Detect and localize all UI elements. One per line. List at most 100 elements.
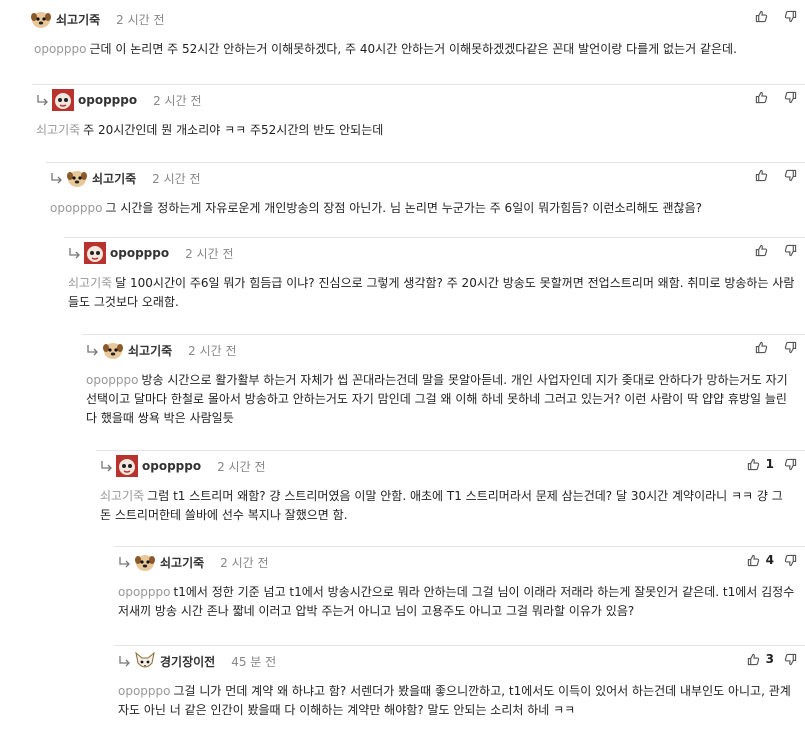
comment-text: t1에서 정한 기준 넘고 t1에서 방송시간으로 뭐라 안하는데 그걸 님이 … xyxy=(118,585,795,618)
dislike-button[interactable] xyxy=(784,91,797,104)
comment-header: opopppo 2 시간 전 xyxy=(68,238,805,266)
fox-avatar-icon[interactable] xyxy=(134,650,156,672)
comment-header: opopppo 2 시간 전 1 xyxy=(100,451,805,479)
thumbs-down-icon xyxy=(784,91,797,104)
like-button[interactable] xyxy=(747,653,760,666)
comment-time: 2 시간 전 xyxy=(185,246,234,261)
like-button[interactable] xyxy=(755,244,768,257)
dislike-button[interactable] xyxy=(784,554,797,567)
comment-time: 2 시간 전 xyxy=(220,555,269,570)
thumbs-down-icon xyxy=(784,653,797,666)
mention-name[interactable]: 쇠고기죽 xyxy=(36,123,80,137)
thumbs-up-icon xyxy=(755,169,768,182)
comment-body: opopppo 그걸 니가 먼데 계약 왜 하냐고 함? 서렌더가 봤을때 좋으니… xyxy=(118,674,805,720)
comment-item: opopppo 2 시간 전쇠고기죽 주 20시간인데 뭔 개소리야 ㅋㅋ 주52시… xyxy=(32,84,805,156)
vote-controls: 1 xyxy=(747,457,797,471)
dislike-button[interactable] xyxy=(784,653,797,666)
thumbs-up-icon xyxy=(755,91,768,104)
like-button[interactable] xyxy=(747,458,760,471)
comment-header: 쇠고기죽 2 시간 전 xyxy=(50,163,805,191)
comment-header: 쇠고기죽 2 시간 전 4 xyxy=(118,547,805,575)
thumbs-down-icon xyxy=(784,10,797,23)
thumbs-down-icon xyxy=(784,458,797,471)
comment-text: 달 100시간이 주6일 뭐가 힘듬급 이냐? 진심으로 그렇게 생각함? 주 … xyxy=(68,276,795,309)
thumbs-down-icon xyxy=(784,169,797,182)
dog-avatar-icon[interactable] xyxy=(102,339,124,361)
author-name[interactable]: 경기장이전 xyxy=(160,653,215,670)
comment-header: opopppo 2 시간 전 xyxy=(36,85,805,113)
dislike-button[interactable] xyxy=(784,10,797,23)
comment-header: 쇠고기죽 2 시간 전 xyxy=(86,335,805,363)
author-name[interactable]: 쇠고기죽 xyxy=(128,342,172,359)
comment-item: 쇠고기죽 2 시간 전 opopppo 근데 이 논리면 주 52시간 안하는거 이해… xyxy=(0,4,805,72)
thumbs-up-icon xyxy=(747,554,760,567)
comment-header: 경기장이전 45 분 전 3 xyxy=(118,646,805,674)
dislike-button[interactable] xyxy=(784,458,797,471)
vote-controls xyxy=(755,91,797,104)
vote-controls xyxy=(755,244,797,257)
dog-avatar-icon[interactable] xyxy=(66,167,88,189)
comment-body: 쇠고기죽 그럼 t1 스트리머 왜함? 걍 스트리머였음 이말 안함. 애초에 T… xyxy=(100,479,805,525)
like-button[interactable] xyxy=(755,341,768,354)
comment-body: 쇠고기죽 달 100시간이 주6일 뭐가 힘듬급 이냐? 진심으로 그렇게 생각함… xyxy=(68,266,805,312)
thumbs-down-icon xyxy=(784,341,797,354)
vote-controls: 4 xyxy=(747,553,797,567)
comment-time: 2 시간 전 xyxy=(153,93,202,108)
author-name[interactable]: 쇠고기죽 xyxy=(160,554,204,571)
comment-item: 쇠고기죽 2 시간 전 opopppo 방송 시간으로 활가활부 하는거 자체가 씹 … xyxy=(82,334,805,446)
comment-body: opopppo 방송 시간으로 활가활부 하는거 자체가 씹 꼰대라는건데 말을 … xyxy=(86,363,805,428)
comment-item: opopppo 2 시간 전쇠고기죽 달 100시간이 주6일 뭐가 힘듬급 이냐?… xyxy=(64,237,805,329)
like-count: 4 xyxy=(765,553,774,567)
face-avatar-icon[interactable] xyxy=(52,89,74,111)
comment-body: opopppo t1에서 정한 기준 넘고 t1에서 방송시간으로 뭐라 안하는데… xyxy=(118,575,805,621)
comment-text: 그 시간을 정하는게 자유로운게 개인방송의 장점 아닌가. 님 논리면 누군가… xyxy=(105,201,702,215)
vote-controls xyxy=(755,341,797,354)
like-button[interactable] xyxy=(747,554,760,567)
comment-header: 쇠고기죽 2 시간 전 xyxy=(30,4,805,32)
vote-controls xyxy=(755,10,797,23)
comment-text: 근데 이 논리면 주 52시간 안하는거 이해못하겠다, 주 40시간 안하는거… xyxy=(89,42,737,56)
dislike-button[interactable] xyxy=(784,169,797,182)
like-button[interactable] xyxy=(755,169,768,182)
reply-arrow-icon xyxy=(36,94,50,106)
author-name[interactable]: opopppo xyxy=(110,246,169,260)
mention-name[interactable]: opopppo xyxy=(34,42,87,56)
comment-body: 쇠고기죽 주 20시간인데 뭔 개소리야 ㅋㅋ 주52시간의 반도 안되는데 xyxy=(36,113,805,140)
face-avatar-icon[interactable] xyxy=(116,455,138,477)
like-button[interactable] xyxy=(755,91,768,104)
dislike-button[interactable] xyxy=(784,244,797,257)
reply-arrow-icon xyxy=(50,172,64,184)
mention-name[interactable]: opopppo xyxy=(118,585,171,599)
thumbs-down-icon xyxy=(784,244,797,257)
comment-time: 45 분 전 xyxy=(231,654,277,669)
author-name[interactable]: opopppo xyxy=(142,459,201,473)
dog-avatar-icon[interactable] xyxy=(30,8,52,30)
comment-body: opopppo 그 시간을 정하는게 자유로운게 개인방송의 장점 아닌가. 님 … xyxy=(50,191,805,218)
mention-name[interactable]: opopppo xyxy=(50,201,103,215)
vote-controls xyxy=(755,169,797,182)
dislike-button[interactable] xyxy=(784,341,797,354)
mention-name[interactable]: opopppo xyxy=(86,373,139,387)
comment-time: 2 시간 전 xyxy=(116,12,165,27)
author-name[interactable]: 쇠고기죽 xyxy=(92,170,136,187)
dog-avatar-icon[interactable] xyxy=(134,551,156,573)
mention-name[interactable]: 쇠고기죽 xyxy=(100,489,144,503)
like-button[interactable] xyxy=(755,10,768,23)
reply-arrow-icon xyxy=(100,460,114,472)
thumbs-up-icon xyxy=(755,244,768,257)
thumbs-down-icon xyxy=(784,554,797,567)
comment-thread: 쇠고기죽 2 시간 전 opopppo 근데 이 논리면 주 52시간 안하는거 이해… xyxy=(0,0,805,730)
mention-name[interactable]: 쇠고기죽 xyxy=(68,276,112,290)
vote-controls: 3 xyxy=(747,652,797,666)
comment-text: 그럼 t1 스트리머 왜함? 걍 스트리머였음 이말 안함. 애초에 T1 스트… xyxy=(100,489,783,522)
comment-time: 2 시간 전 xyxy=(217,459,266,474)
comment-time: 2 시간 전 xyxy=(152,171,201,186)
face-avatar-icon[interactable] xyxy=(84,242,106,264)
reply-arrow-icon xyxy=(118,556,132,568)
thumbs-up-icon xyxy=(755,10,768,23)
mention-name[interactable]: opopppo xyxy=(118,684,171,698)
author-name[interactable]: 쇠고기죽 xyxy=(56,11,100,28)
comment-text: 방송 시간으로 활가활부 하는거 자체가 씹 꼰대라는건데 말을 못알아듣네. … xyxy=(86,373,788,425)
author-name[interactable]: opopppo xyxy=(78,93,137,107)
comment-item: 쇠고기죽 2 시간 전 opopppo 그 시간을 정하는게 자유로운게 개인방송의 … xyxy=(46,162,805,234)
